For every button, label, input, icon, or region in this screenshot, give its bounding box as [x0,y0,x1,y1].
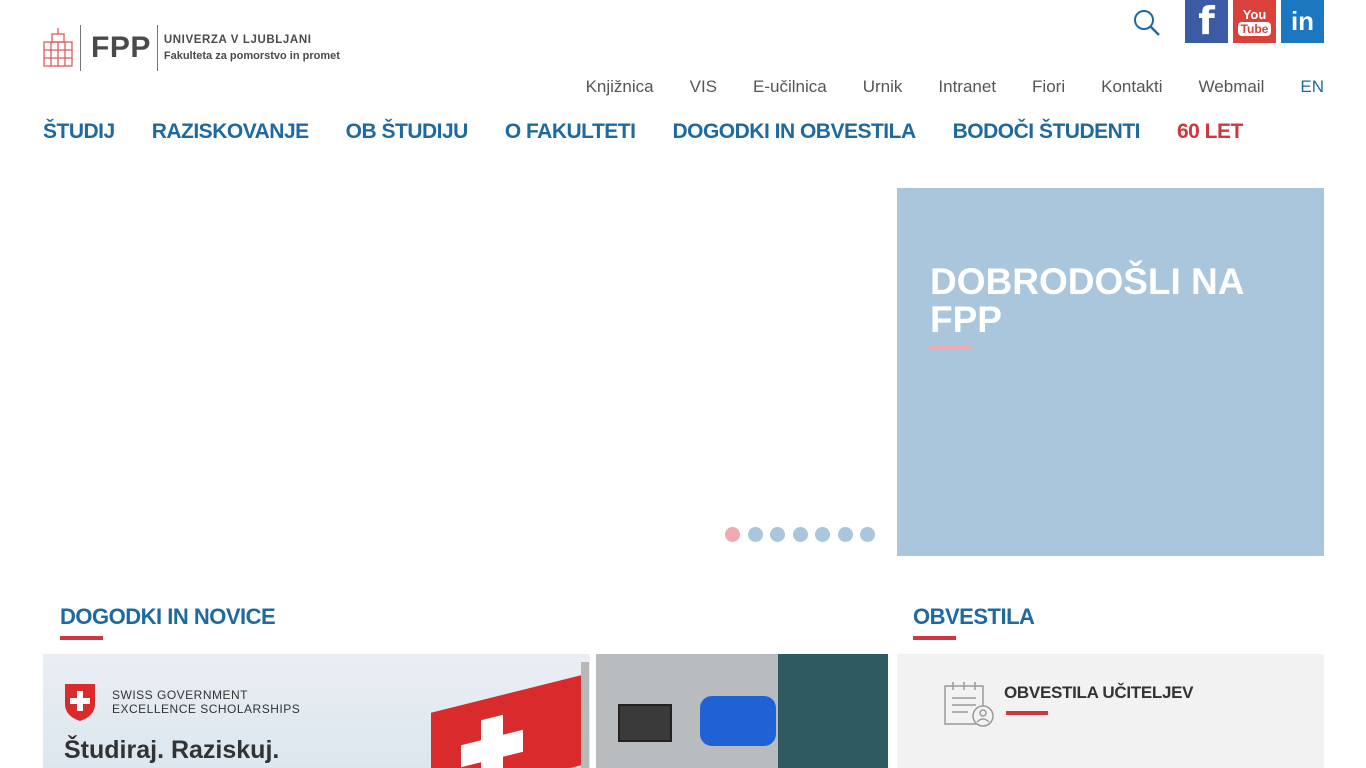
swiss-line1: SWISS GOVERNMENT [112,688,249,702]
nav-dogodki-in-obvestila[interactable]: DOGODKI IN OBVESTILA [672,120,916,144]
notice-title: OBVESTILA UČITELJEV [1004,683,1194,702]
util-link-eucilnica[interactable]: E-učilnica [753,77,827,97]
facebook-glyph: f [1198,0,1215,43]
youtube-icon[interactable]: You Tube [1233,0,1276,43]
slider-dot[interactable] [747,527,763,542]
notices-section-title: OBVESTILA [913,604,1035,629]
slider-dots [725,527,883,542]
util-link-urnik[interactable]: Urnik [863,77,903,97]
notice-title-bar [1006,711,1048,715]
nav-studij[interactable]: ŠTUDIJ [43,120,115,144]
swiss-slogan: Študiraj. Raziskuj. [64,736,280,764]
slider-dot[interactable] [725,527,740,542]
linkedin-icon[interactable]: in [1281,0,1324,43]
slider-dot[interactable] [837,527,853,542]
notices-title-bar [913,636,956,640]
util-link-kontakti[interactable]: Kontakti [1101,77,1162,97]
util-link-vis[interactable]: VIS [690,77,717,97]
facebook-icon[interactable]: f [1185,0,1228,43]
hero-underline [930,346,972,350]
search-icon [1134,10,1160,36]
youtube-top: You [1242,6,1267,22]
slider-dot[interactable] [770,527,785,542]
nav-ob-studiju[interactable]: OB ŠTUDIJU [346,120,469,144]
swiss-shield-icon [65,684,95,721]
nav-raziskovanje[interactable]: RAZISKOVANJE [152,120,309,144]
youtube-bottom: Tube [1237,21,1272,36]
util-link-webmail[interactable]: Webmail [1199,77,1265,97]
events-section-title: DOGODKI IN NOVICE [60,604,276,629]
language-switch-en[interactable]: EN [1300,77,1324,97]
notice-card-teachers[interactable]: OBVESTILA UČITELJEV [897,654,1324,768]
hero-welcome-panel: DOBRODOŠLI NA FPP [897,188,1324,556]
main-nav: ŠTUDIJ RAZISKOVANJE OB ŠTUDIJU O FAKULTE… [43,120,1243,144]
util-link-intranet[interactable]: Intranet [938,77,996,97]
slider-dot[interactable] [860,527,875,542]
document-user-icon [944,682,994,727]
site-logo[interactable]: FPP UNIVERZA V LJUBLJANI Fakulteta za po… [42,25,340,71]
hero-slider-image[interactable] [43,188,897,556]
swiss-flag-image [431,675,581,768]
logo-divider [80,25,81,71]
nav-o-fakulteti[interactable]: O FAKULTETI [505,120,636,144]
util-link-fiori[interactable]: Fiori [1032,77,1065,97]
photo-device-blue [700,696,776,746]
photo-sea [778,654,888,768]
logo-divider [156,25,158,71]
news-card-photo[interactable] [596,654,888,768]
swiss-line2: EXCELLENCE SCHOLARSHIPS [112,702,301,716]
nav-60-let[interactable]: 60 LET [1177,120,1243,144]
logo-faculty: Fakulteta za pomorstvo in promet [163,50,340,62]
photo-device-dark [618,704,672,742]
logo-abbr: FPP [91,31,151,64]
logo-university: UNIVERZA V LJUBLJANI [163,34,312,46]
building-icon [43,28,73,67]
swiss-text: SWISS GOVERNMENT EXCELLENCE SCHOLARSHIPS [112,688,300,716]
search-button[interactable] [1132,8,1162,38]
hero-title: DOBRODOŠLI NA FPP [930,261,1244,340]
linkedin-glyph: in [1290,6,1315,36]
util-link-knjiznica[interactable]: Knjižnica [586,77,654,97]
news-card-swiss[interactable]: SWISS GOVERNMENT EXCELLENCE SCHOLARSHIPS… [43,654,590,768]
utility-nav: Knjižnica VIS E-učilnica Urnik Intranet … [550,77,1324,97]
slider-dot[interactable] [815,527,830,542]
slider-dot[interactable] [792,527,808,542]
nav-bodoci-studenti[interactable]: BODOČI ŠTUDENTI [953,120,1141,144]
events-title-bar [60,636,103,640]
flag-pole [581,662,589,768]
logo-text: UNIVERZA V LJUBLJANI Fakulteta za pomors… [164,32,340,64]
